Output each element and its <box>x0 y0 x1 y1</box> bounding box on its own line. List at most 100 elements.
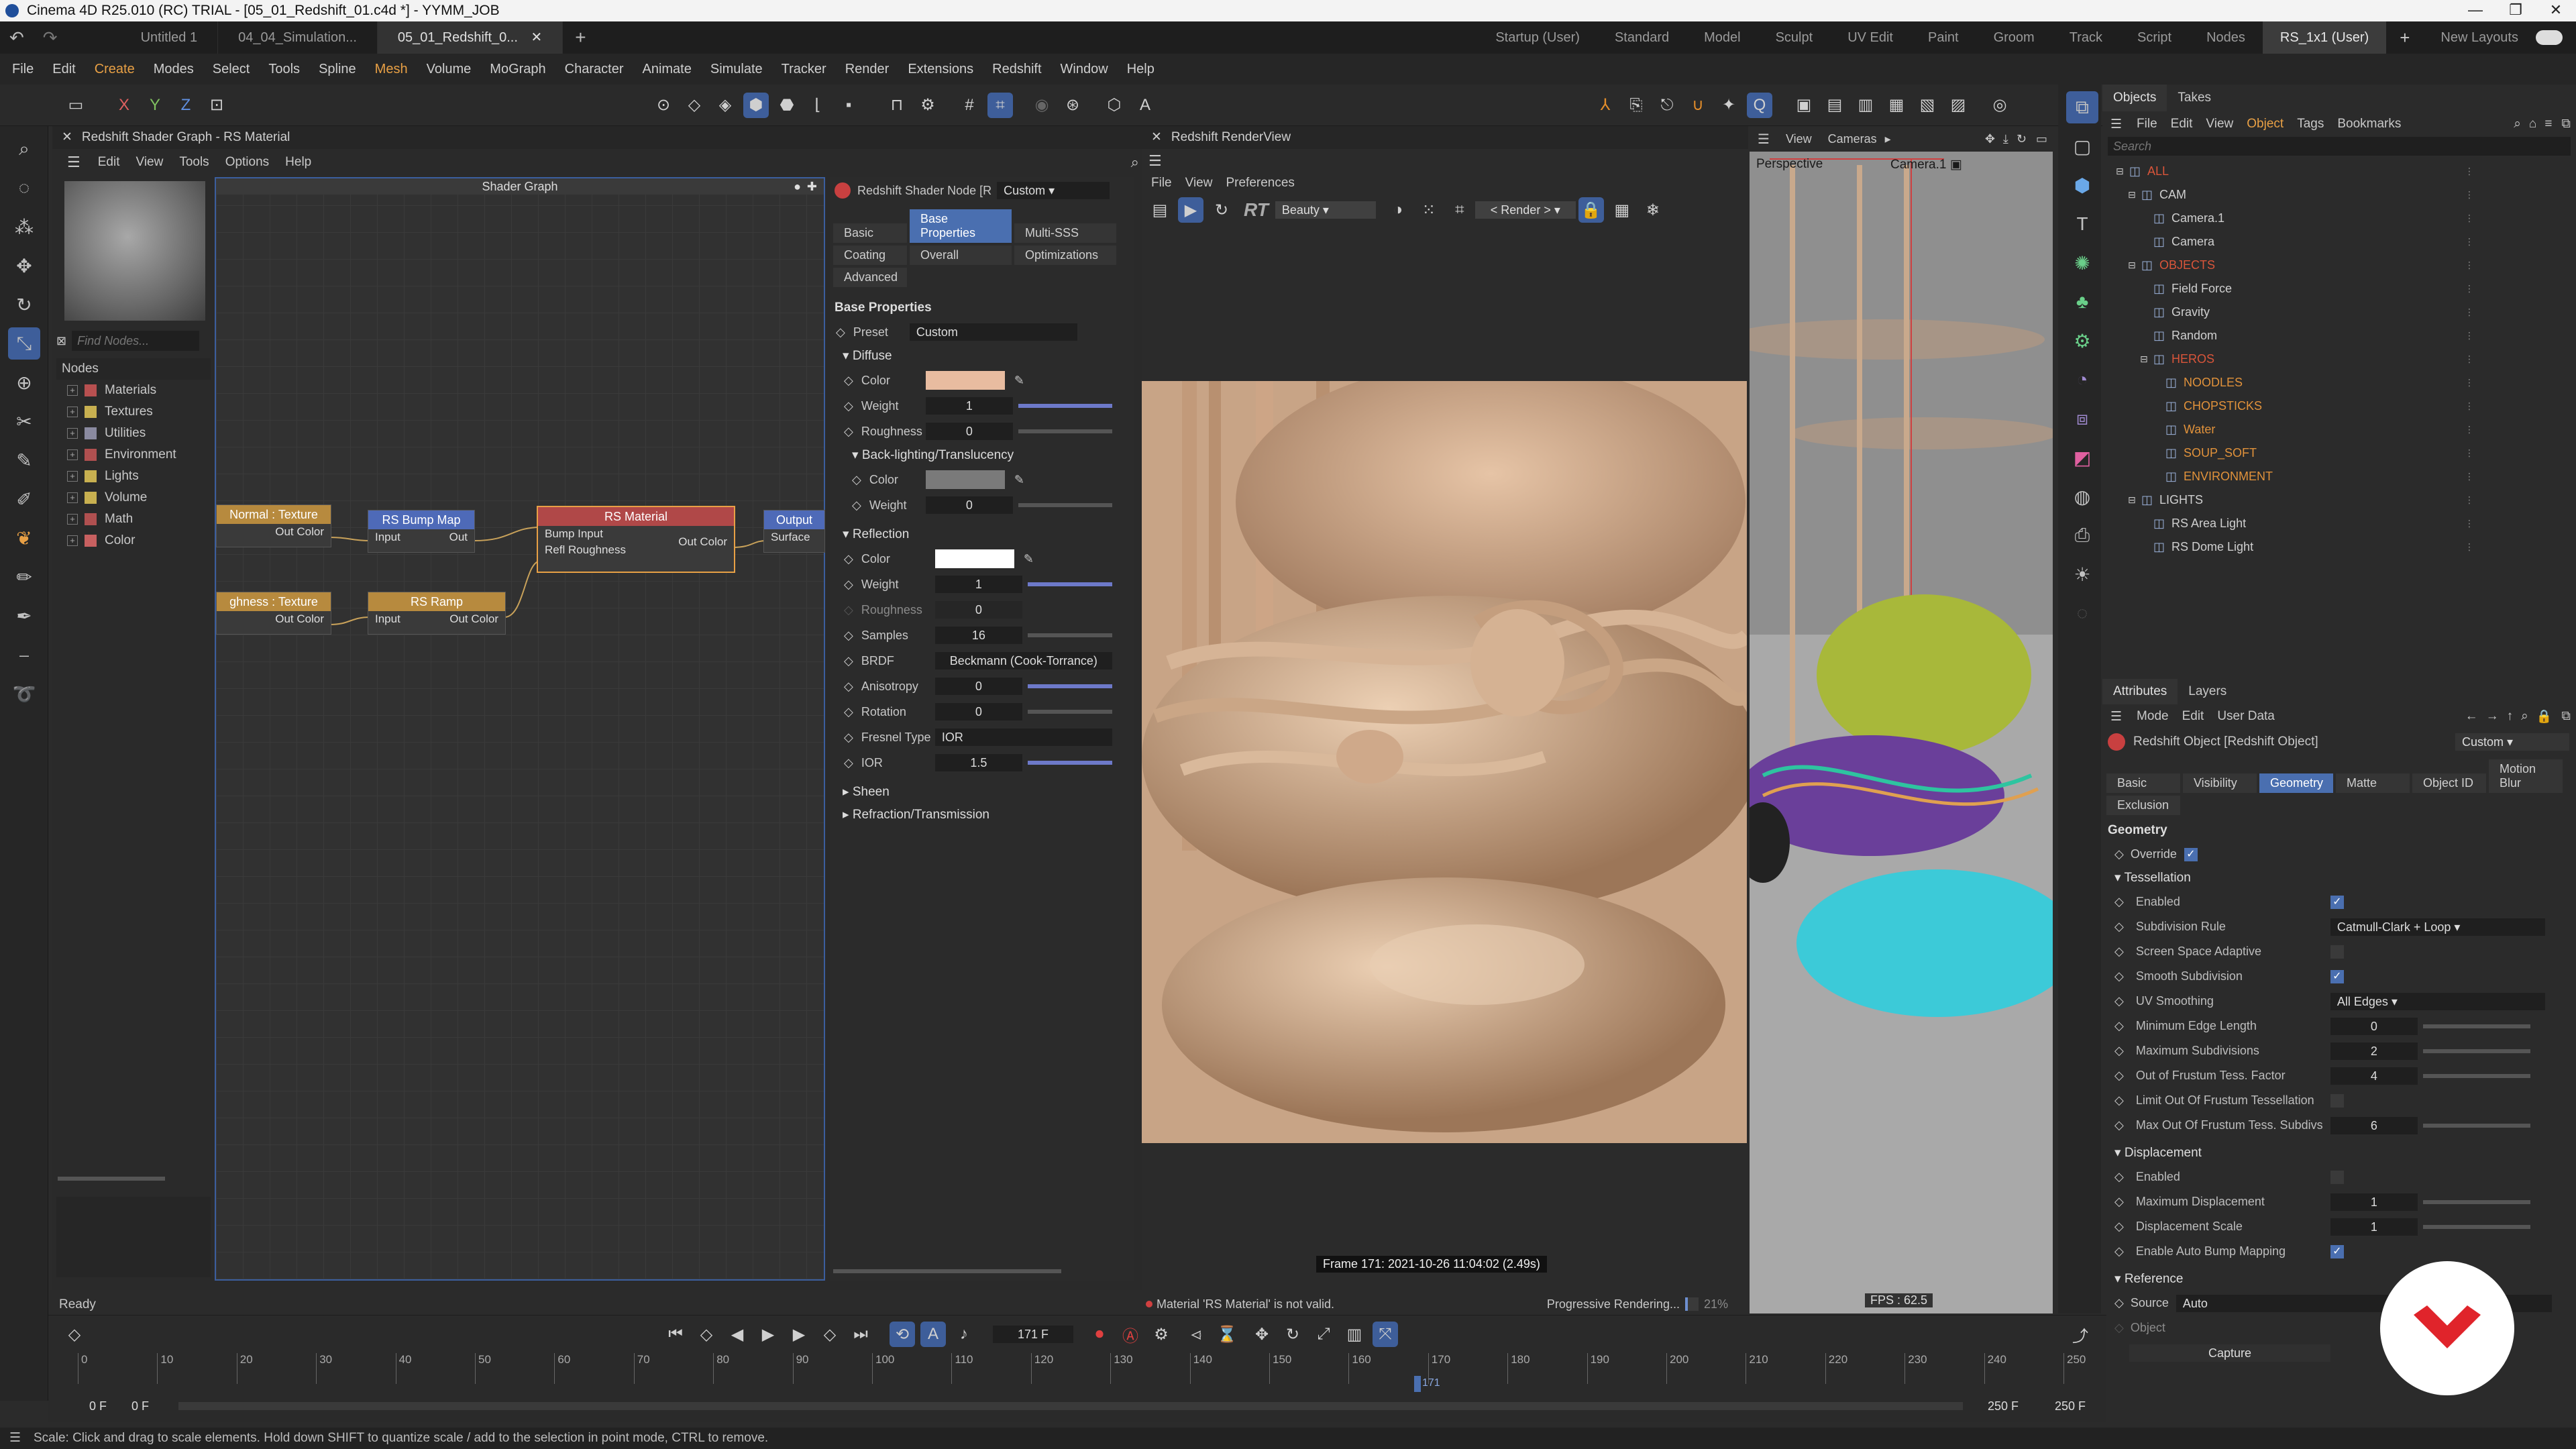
menu-modes[interactable]: Modes <box>144 54 203 85</box>
home-icon[interactable]: ⌂ <box>2525 117 2540 131</box>
tab-advanced[interactable]: Advanced <box>833 268 907 287</box>
keyframe-icon[interactable]: ◇ <box>852 473 861 487</box>
expand-icon[interactable]: + <box>67 449 78 460</box>
axis-y-button[interactable]: Y <box>142 93 168 118</box>
object-row[interactable]: ⊟ ◫ OBJECTS ⋮ <box>2102 254 2576 277</box>
diffuse-roughness-field[interactable]: 0 <box>925 423 1013 440</box>
keyframe-icon[interactable]: ◇ <box>844 552 853 566</box>
add-layout-icon[interactable]: + <box>2386 28 2423 48</box>
category-math[interactable]: + Math <box>56 508 211 530</box>
measure-tool-icon[interactable]: ⎯ <box>8 639 40 671</box>
shader-menu-help[interactable]: Help <box>277 150 319 174</box>
render-button[interactable]: < Render > ▾ <box>1474 201 1576 219</box>
field-icon[interactable]: ⧈ <box>2066 402 2098 435</box>
grid-snap-icon[interactable]: ⌗ <box>987 92 1013 118</box>
attribute-number-field[interactable]: 1 <box>2330 1218 2418 1236</box>
cube-outline-icon[interactable]: ▢ <box>2066 130 2098 162</box>
sheen-section[interactable]: ▸ Sheen <box>830 781 1134 804</box>
renderview-menu-file[interactable]: File <box>1144 176 1179 191</box>
displacement-section[interactable]: ▾ Displacement <box>2102 1142 2576 1165</box>
visibility-dots-icon[interactable]: ⋮ <box>2465 189 2474 201</box>
object-name[interactable]: Random <box>2171 329 2217 343</box>
tree-toggle-icon[interactable]: ⊟ <box>2128 189 2139 201</box>
visibility-dots-icon[interactable]: ⋮ <box>2465 307 2474 318</box>
diffuse-color-swatch[interactable] <box>925 371 1005 390</box>
visibility-dots-icon[interactable]: ⋮ <box>2465 400 2474 412</box>
object-name[interactable]: ALL <box>2147 164 2169 178</box>
keyframe-icon[interactable]: ◇ <box>2114 920 2124 934</box>
brush-tool-icon[interactable]: ✏ <box>8 561 40 593</box>
visibility-dots-icon[interactable]: ⋮ <box>2465 354 2474 365</box>
attribute-number-field[interactable]: 0 <box>2330 1017 2418 1035</box>
diffuse-roughness-slider[interactable] <box>1018 429 1112 433</box>
pen-tool-icon[interactable]: ✒ <box>8 600 40 632</box>
attribute-checkbox[interactable] <box>2330 1093 2344 1108</box>
hamburger-icon[interactable]: ☰ <box>2102 117 2130 132</box>
workplane-icon[interactable]: # <box>957 93 982 118</box>
port-out-color[interactable]: Out Color <box>217 524 331 540</box>
attribute-slider[interactable] <box>2422 1199 2530 1204</box>
hamburger-icon[interactable]: ☰ <box>58 154 90 171</box>
subtab-objectid[interactable]: Object ID <box>2412 773 2486 793</box>
attr-custom-dropdown[interactable]: Custom ▾ <box>2455 733 2569 751</box>
node-output[interactable]: Output Surface <box>763 510 825 553</box>
keyframe-icon[interactable]: ◇ <box>844 578 853 592</box>
attribute-number-field[interactable]: 2 <box>2330 1042 2418 1060</box>
object-name[interactable]: SOUP_SOFT <box>2184 446 2257 460</box>
expand-icon[interactable]: + <box>67 407 78 417</box>
port-bump-input[interactable]: Bump Input <box>538 526 633 542</box>
keyframe-icon[interactable]: ◇ <box>2114 1019 2124 1033</box>
render-tool-icon[interactable]: ⧉ <box>2066 91 2098 123</box>
render-queue-icon[interactable]: ▤ <box>1822 93 1847 118</box>
keyframe-icon[interactable]: ◇ <box>2114 1244 2124 1258</box>
record-icon[interactable]: ⏺ <box>1087 1322 1112 1347</box>
move-key-icon[interactable]: ✥ <box>1249 1322 1275 1347</box>
start-render-icon[interactable]: ▶ <box>1178 197 1203 223</box>
keyframe-icon[interactable]: ◇ <box>2114 994 2124 1008</box>
object-row[interactable]: ⊟ ◫ CAM ⋮ <box>2102 183 2576 207</box>
toolbar-undo-icon[interactable]: ▭ <box>63 93 89 118</box>
text-tool-icon[interactable]: T <box>2066 208 2098 240</box>
category-materials[interactable]: + Materials <box>56 380 211 401</box>
volume-icon[interactable]: ◩ <box>2066 441 2098 474</box>
reflection-color-swatch[interactable] <box>934 549 1014 568</box>
object-name[interactable]: OBJECTS <box>2159 258 2215 272</box>
camera-icon[interactable]: ⎙ <box>2066 519 2098 551</box>
refresh-icon[interactable]: ↻ <box>1209 197 1234 223</box>
autokey-icon[interactable]: A <box>1132 93 1158 118</box>
object-name[interactable]: Water <box>2184 423 2215 437</box>
axis-z-button[interactable]: Z <box>173 93 199 118</box>
camera-label[interactable]: Camera.1 ▣ <box>1890 157 1962 172</box>
category-textures[interactable]: + Textures <box>56 401 211 423</box>
rotation-slider[interactable] <box>1027 710 1112 714</box>
keyframe-icon[interactable]: ◇ <box>852 498 861 513</box>
edges-mode-icon[interactable]: ◇ <box>682 93 707 118</box>
backlight-color-swatch[interactable] <box>925 470 1005 489</box>
menu-extensions[interactable]: Extensions <box>898 54 983 85</box>
category-environment[interactable]: + Environment <box>56 444 211 466</box>
backlight-weight-field[interactable]: 0 <box>925 496 1013 514</box>
brdf-dropdown[interactable]: Beckmann (Cook-Torrance) <box>934 652 1112 669</box>
keyframe-icon[interactable]: ◇ <box>836 325 845 339</box>
hamburger-icon[interactable]: ☰ <box>2102 709 2130 724</box>
attribute-slider[interactable] <box>2422 1123 2530 1128</box>
objects-menu-view[interactable]: View <box>2199 117 2240 131</box>
clapper-icon[interactable]: ▥ <box>1853 93 1878 118</box>
anisotropy-field[interactable]: 0 <box>934 678 1022 695</box>
samples-slider[interactable] <box>1027 633 1112 637</box>
keyframe-icon[interactable]: ◇ <box>2114 1296 2124 1310</box>
prev-key-icon[interactable]: ◇ <box>694 1322 719 1347</box>
prev-frame-icon[interactable]: ◀ <box>724 1322 750 1347</box>
port-out[interactable]: Out <box>443 529 474 545</box>
cube-icon[interactable]: ⬢ <box>2066 169 2098 201</box>
key-settings-icon[interactable]: ⚙ <box>1148 1322 1174 1347</box>
object-row[interactable]: ◫ ENVIRONMENT ⋮ <box>2102 465 2576 488</box>
attr-menu-mode[interactable]: Mode <box>2130 709 2176 724</box>
node-rs-material[interactable]: RS Material Bump Input Refl Roughness Out … <box>537 506 735 573</box>
samples-field[interactable]: 16 <box>934 627 1022 644</box>
viewport-rotate-icon[interactable]: ↻ <box>2012 132 2031 146</box>
objects-menu-bookmarks[interactable]: Bookmarks <box>2330 117 2408 131</box>
visibility-dots-icon[interactable]: ⋮ <box>2465 330 2474 341</box>
grid-dots-icon[interactable]: ⁙ <box>1416 197 1442 223</box>
snap-icon[interactable]: ⊓ <box>884 93 910 118</box>
